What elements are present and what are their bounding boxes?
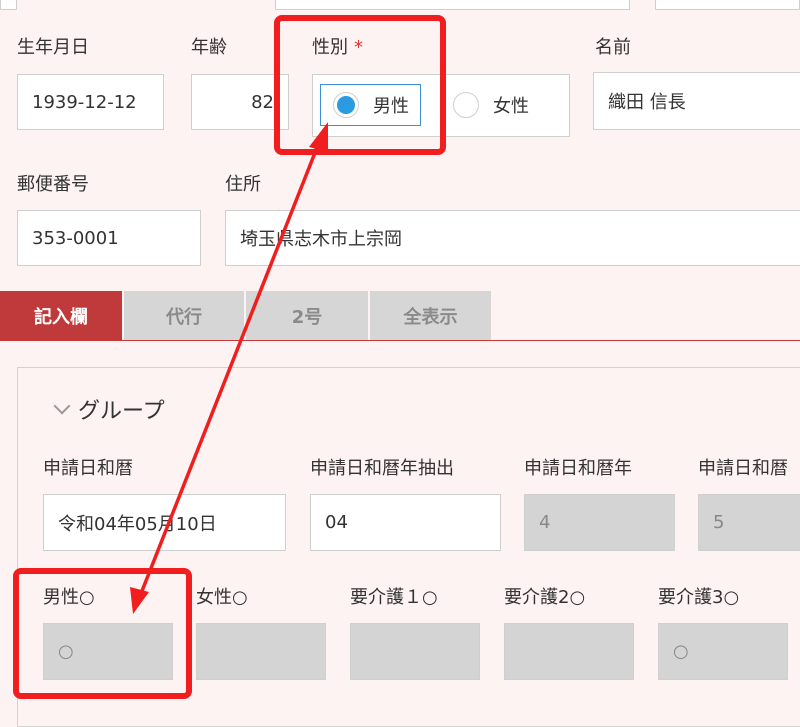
double-arrow-icon xyxy=(130,122,328,614)
arrow-head-up xyxy=(309,122,328,152)
arrow-line xyxy=(138,139,322,597)
arrow-head-down xyxy=(130,587,149,614)
